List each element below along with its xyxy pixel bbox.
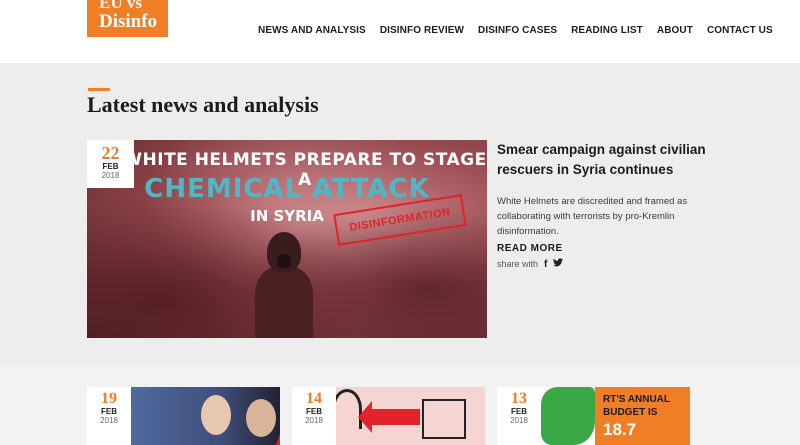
date-month: FEB	[101, 407, 117, 416]
facebook-icon[interactable]: f	[544, 259, 547, 270]
article-card-2[interactable]: 14 FEB 2018	[292, 387, 485, 445]
section-accent-bar	[88, 88, 110, 91]
date-month: FEB	[511, 407, 527, 416]
gas-mask	[277, 254, 291, 268]
section-title: Latest news and analysis	[87, 92, 319, 117]
share-label: share with	[497, 259, 539, 269]
twitter-icon[interactable]	[553, 258, 564, 270]
featured-title[interactable]: Smear campaign against civilian rescuers…	[497, 140, 717, 180]
card-3-banner: RT'S ANNUAL BUDGET IS 18.7	[595, 387, 690, 445]
date-year: 2018	[101, 171, 120, 180]
nav-disinfo-cases[interactable]: DISINFO CASES	[478, 25, 557, 36]
date-day: 13	[511, 390, 527, 407]
site-logo[interactable]: EU vs Disinfo	[87, 0, 168, 37]
logo-line-1: EU vs	[99, 0, 142, 12]
map-icon	[541, 387, 595, 445]
logo-line-2: Disinfo	[99, 11, 158, 32]
site-header: EU vs Disinfo NEWS AND ANALYSIS DISINFO …	[0, 0, 800, 63]
gas-mask-figure	[255, 232, 313, 338]
nav-news-and-analysis[interactable]: NEWS AND ANALYSIS	[258, 25, 366, 36]
nav-disinfo-review[interactable]: DISINFO REVIEW	[380, 25, 464, 36]
card-3-text-1: RT'S ANNUAL	[603, 394, 671, 405]
article-card-1[interactable]: 19 FEB 2018	[87, 387, 280, 445]
nav-about[interactable]: ABOUT	[657, 25, 693, 36]
face	[201, 395, 231, 435]
card-1-date-badge: 19 FEB 2018	[87, 387, 131, 445]
date-month: FEB	[306, 407, 322, 416]
card-3-text-3: 18.7	[603, 420, 637, 439]
date-year: 2018	[100, 416, 118, 425]
arrow-icon	[358, 401, 420, 433]
featured-image[interactable]: WHITE HELMETS PREPARE TO STAGE A CHEMICA…	[87, 140, 487, 338]
featured-article: Smear campaign against civilian rescuers…	[497, 140, 717, 239]
chip-icon	[422, 399, 466, 439]
date-year: 2018	[305, 416, 323, 425]
card-3-text-2: BUDGET IS	[603, 407, 658, 418]
share-row: share with f	[497, 258, 564, 270]
date-month: FEB	[102, 162, 119, 171]
read-more-link[interactable]: READ MORE	[497, 243, 563, 254]
figure-body	[255, 266, 313, 338]
date-day: 22	[101, 143, 120, 163]
featured-description: White Helmets are discredited and framed…	[497, 196, 688, 237]
nav-contact-us[interactable]: CONTACT US	[707, 25, 773, 36]
date-day: 14	[306, 390, 322, 407]
main-nav: NEWS AND ANALYSIS DISINFO REVIEW DISINFO…	[258, 25, 787, 36]
date-year: 2018	[510, 416, 528, 425]
nav-reading-list[interactable]: READING LIST	[571, 25, 643, 36]
date-day: 19	[101, 390, 117, 407]
red-banner	[275, 417, 280, 445]
card-1-image	[131, 387, 280, 445]
face	[246, 399, 276, 437]
card-2-date-badge: 14 FEB 2018	[292, 387, 336, 445]
article-card-3[interactable]: RT'S ANNUAL BUDGET IS 18.7 13 FEB 2018	[497, 387, 690, 445]
card-3-date-badge: 13 FEB 2018	[497, 387, 541, 445]
featured-date-badge: 22 FEB 2018	[87, 140, 134, 188]
